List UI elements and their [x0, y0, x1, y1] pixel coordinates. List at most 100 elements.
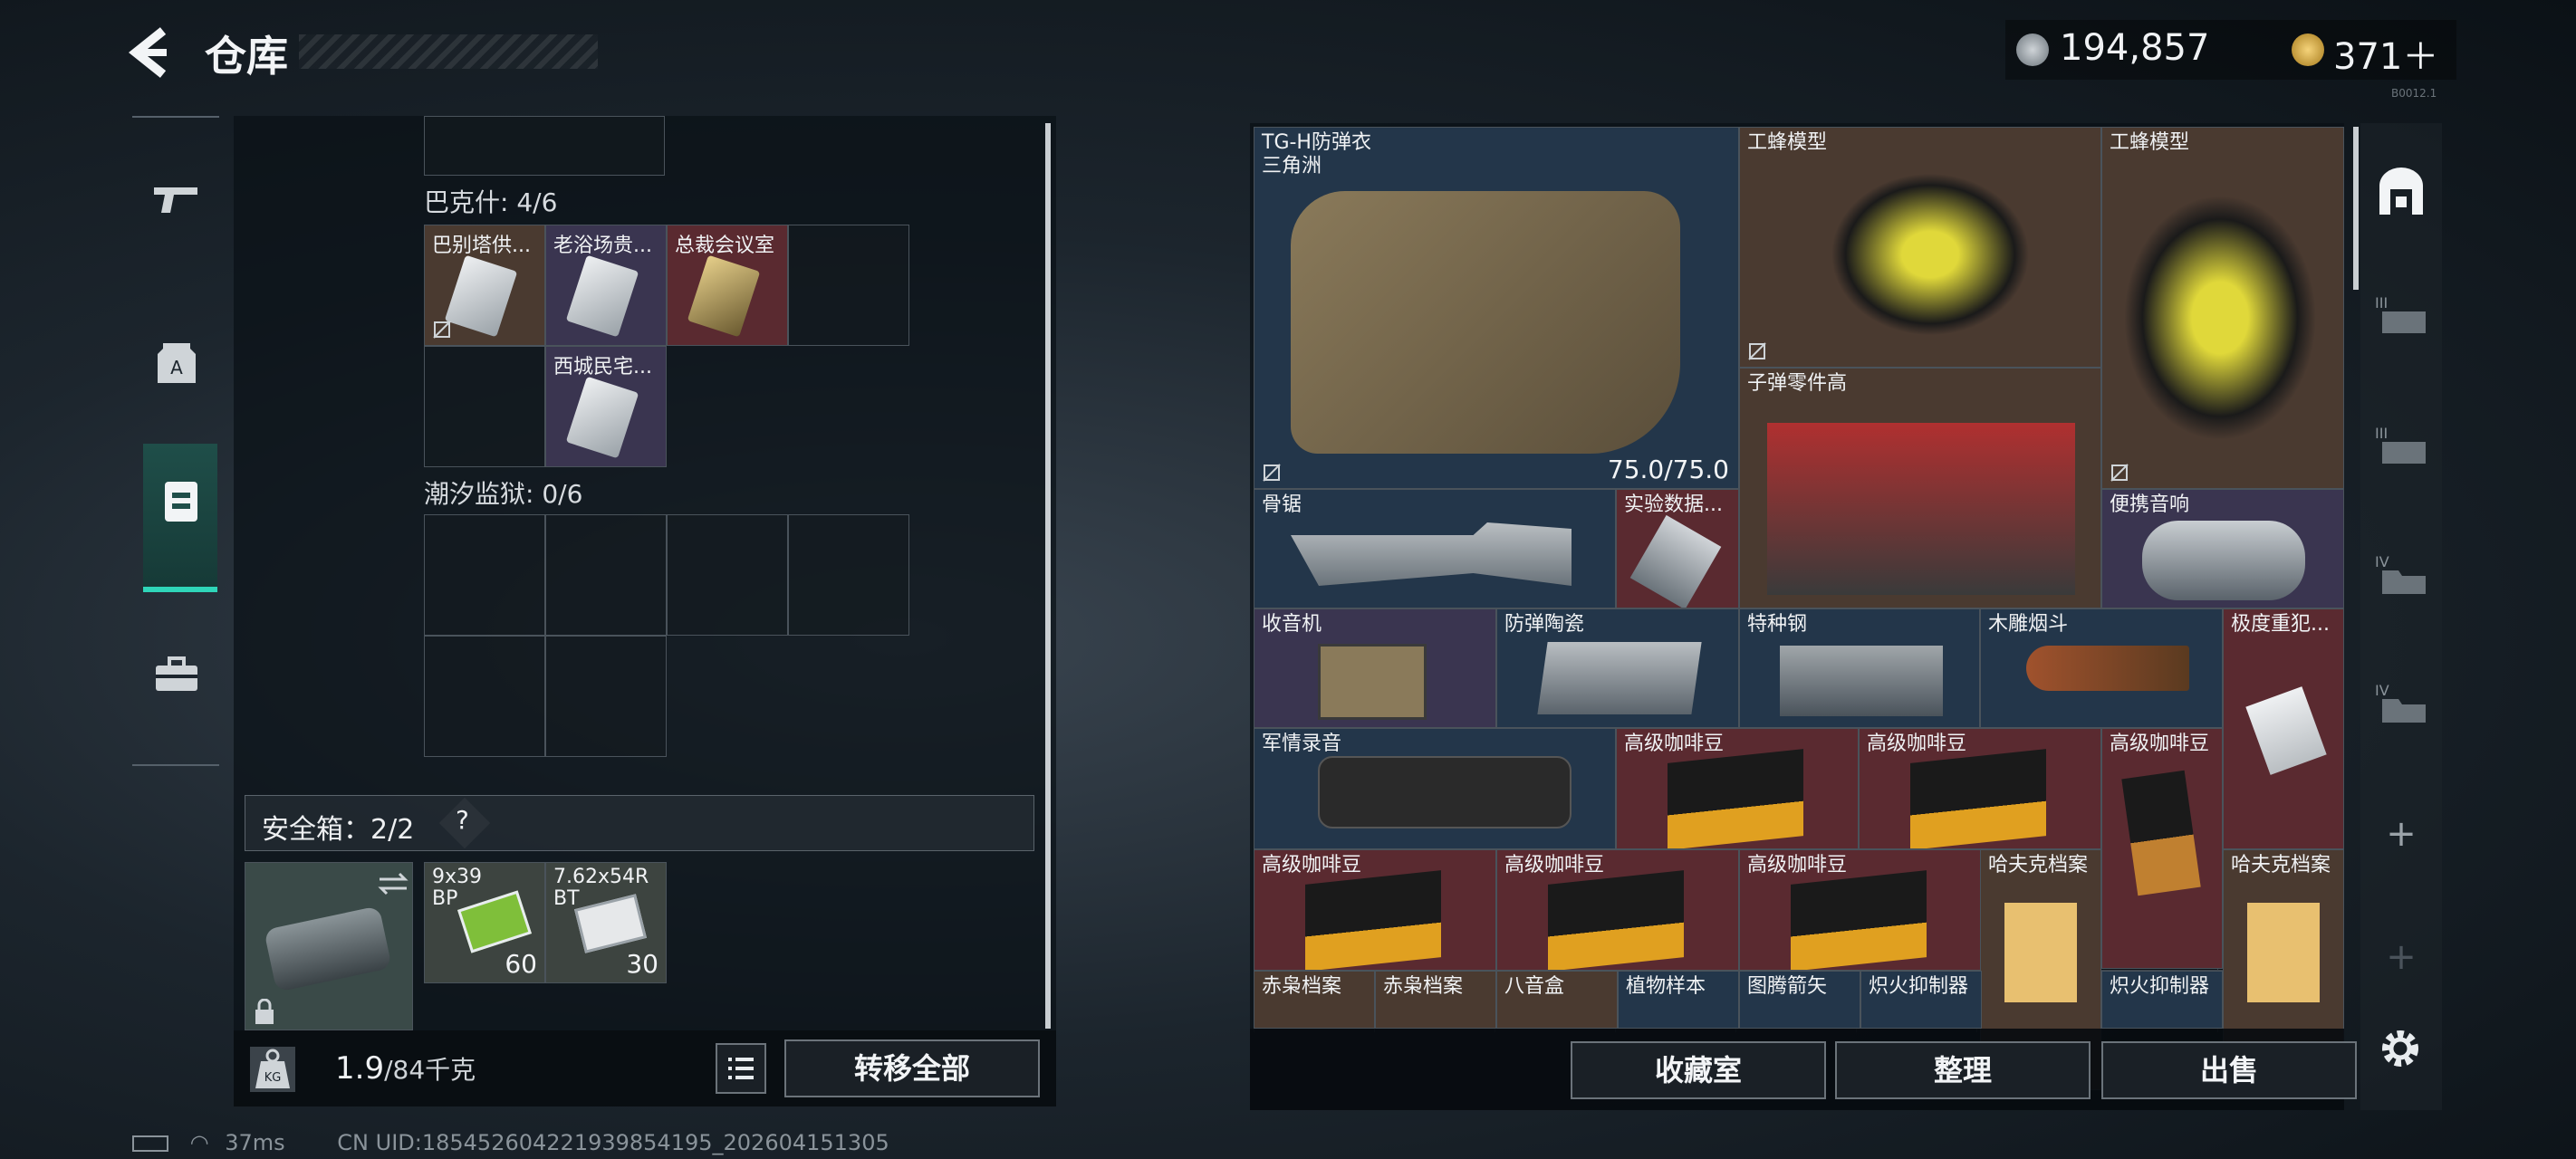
settings-button[interactable]: [2375, 1023, 2426, 1078]
item-name: 子弹零件高: [1747, 372, 1848, 395]
sell-button[interactable]: 出售: [2101, 1041, 2357, 1099]
item-name: 工蜂模型: [1747, 131, 1828, 154]
stash-item[interactable]: 高级咖啡豆: [2101, 728, 2223, 969]
armor-icon: A: [158, 343, 196, 383]
item-count: 60: [505, 949, 537, 979]
svg-text:III: III: [2375, 425, 2388, 442]
item-name: 极度重犯...: [2231, 613, 2330, 636]
tab-all-storage[interactable]: [2371, 161, 2431, 221]
grid-cell[interactable]: [667, 514, 788, 636]
stash-item[interactable]: 高级咖啡豆: [1254, 849, 1496, 971]
steel-image: [1780, 646, 1943, 716]
storage-icon: [2379, 168, 2423, 215]
grid-cell[interactable]: [545, 636, 667, 757]
stash-item[interactable]: 特种钢: [1739, 608, 1980, 728]
key-item[interactable]: 总裁会议室: [667, 225, 788, 346]
stash-item[interactable]: 高级咖啡豆: [1616, 728, 1859, 849]
wasp-model-image: [1831, 173, 2030, 336]
item-name: 炽火抑制器: [2110, 975, 2210, 998]
key-item[interactable]: 巴别塔供...: [424, 225, 545, 346]
backpack-icon: [165, 482, 197, 522]
list-view-button[interactable]: [716, 1043, 766, 1094]
grid-cell[interactable]: [788, 225, 909, 346]
sort-button[interactable]: 整理: [1835, 1041, 2091, 1099]
folder-icon: IV: [2375, 682, 2426, 723]
tab-shelf-iv-1[interactable]: IV: [2371, 545, 2431, 605]
item-name: 木雕烟斗: [1988, 613, 2069, 636]
stash-item[interactable]: 八音盒: [1496, 971, 1618, 1029]
stash-item[interactable]: 炽火抑制器: [2101, 971, 2223, 1029]
ammo-item[interactable]: 7.62x54R BT 30: [545, 862, 667, 983]
stash-item[interactable]: 高级咖啡豆: [1859, 728, 2101, 849]
briefcase-icon: [156, 656, 197, 691]
stash-item[interactable]: 军情录音: [1254, 728, 1616, 849]
weight-unit: /84千克: [384, 1055, 476, 1085]
nav-case[interactable]: [145, 643, 208, 706]
stash-grid: TG-H防弹衣 三角洲 75.0/75.0 工蜂模型 工蜂模型 子弹零件高 骨锯…: [1250, 123, 2344, 1110]
tab-shelf-iv-2[interactable]: IV: [2371, 674, 2431, 733]
nav-weapons[interactable]: [145, 168, 208, 232]
grid-cell[interactable]: [545, 514, 667, 636]
nav-backpack-active[interactable]: [161, 476, 201, 529]
item-name: 骨锯: [1262, 493, 1302, 516]
stash-item[interactable]: 高级咖啡豆: [1739, 849, 1982, 971]
safe-box-item[interactable]: [245, 862, 413, 1030]
item-count: 30: [626, 949, 658, 979]
wifi-icon: ◠: [189, 1130, 209, 1155]
stash-tabs: III III IV IV + +: [2360, 123, 2442, 1110]
stash-item[interactable]: 极度重犯...: [2223, 608, 2344, 849]
tab-shelf-iii-1[interactable]: III: [2371, 286, 2431, 346]
item-name: 军情录音: [1262, 733, 1342, 755]
stash-item[interactable]: 防弹陶瓷: [1496, 608, 1739, 728]
stash-item[interactable]: 炽火抑制器: [1860, 971, 1982, 1029]
stash-item[interactable]: 图腾箭矢: [1739, 971, 1860, 1029]
stash-item[interactable]: 赤枭档案: [1375, 971, 1496, 1029]
transfer-all-button[interactable]: 转移全部: [784, 1039, 1040, 1097]
version-label: B0012.1: [2391, 87, 2437, 100]
nav-armor[interactable]: A: [145, 331, 208, 395]
ceramic-plate-image: [1537, 642, 1702, 714]
currency-premium[interactable]: 371＋: [2333, 27, 2438, 80]
key-item[interactable]: 老浴场贵...: [545, 225, 667, 346]
currency-panel: 194,857 371＋: [2005, 20, 2456, 80]
collection-button[interactable]: 收藏室: [1571, 1041, 1826, 1099]
key-item[interactable]: 西城民宅...: [545, 346, 667, 467]
tab-shelf-iii-2[interactable]: III: [2371, 417, 2431, 476]
item-name: 总裁会议室: [675, 235, 775, 257]
grid-cell[interactable]: [424, 636, 545, 757]
stash-item[interactable]: 工蜂模型: [1739, 127, 2101, 368]
keycard-image: [687, 254, 761, 338]
back-button[interactable]: [127, 25, 181, 80]
stash-item[interactable]: 便携音响: [2101, 489, 2344, 608]
stash-item[interactable]: 收音机: [1254, 608, 1496, 728]
grid-cell[interactable]: [424, 514, 545, 636]
svg-text:A: A: [170, 357, 183, 378]
item-name: 高级咖啡豆: [1504, 854, 1605, 876]
stash-item[interactable]: 子弹零件高: [1739, 368, 2101, 608]
ammo-item[interactable]: 9x39 BP 60: [424, 862, 545, 983]
ammo-parts-image: [1767, 423, 2075, 595]
item-name: 高级咖啡豆: [1747, 854, 1848, 876]
grid-cell[interactable]: [424, 346, 545, 467]
stash-item[interactable]: 植物样本: [1618, 971, 1739, 1029]
backpack-scrollbar[interactable]: [1045, 123, 1051, 1029]
stash-item[interactable]: 高级咖啡豆: [1496, 849, 1739, 971]
stash-item[interactable]: 实验数据...: [1616, 489, 1739, 608]
grid-cell[interactable]: [788, 514, 909, 636]
help-icon: ?: [456, 805, 469, 835]
grid-cell[interactable]: [424, 116, 665, 176]
stash-item[interactable]: 工蜂模型: [2101, 127, 2344, 489]
svg-text:IV: IV: [2375, 682, 2389, 699]
stash-item[interactable]: 赤枭档案: [1254, 971, 1375, 1029]
item-name: 老浴场贵...: [553, 235, 652, 257]
add-tab-button[interactable]: +: [2371, 804, 2431, 864]
stash-item[interactable]: 木雕烟斗: [1980, 608, 2223, 728]
coffee-bag-image: [1910, 749, 2046, 848]
stash-scrollbar[interactable]: [2353, 127, 2359, 290]
item-name: 哈夫克档案: [1988, 854, 2089, 876]
durability-value: 75.0/75.0: [1607, 455, 1729, 484]
swap-icon[interactable]: [378, 870, 409, 897]
stash-item[interactable]: TG-H防弹衣 三角洲 75.0/75.0: [1254, 127, 1739, 489]
stash-item[interactable]: 骨锯: [1254, 489, 1616, 608]
item-name: 赤枭档案: [1262, 975, 1342, 998]
